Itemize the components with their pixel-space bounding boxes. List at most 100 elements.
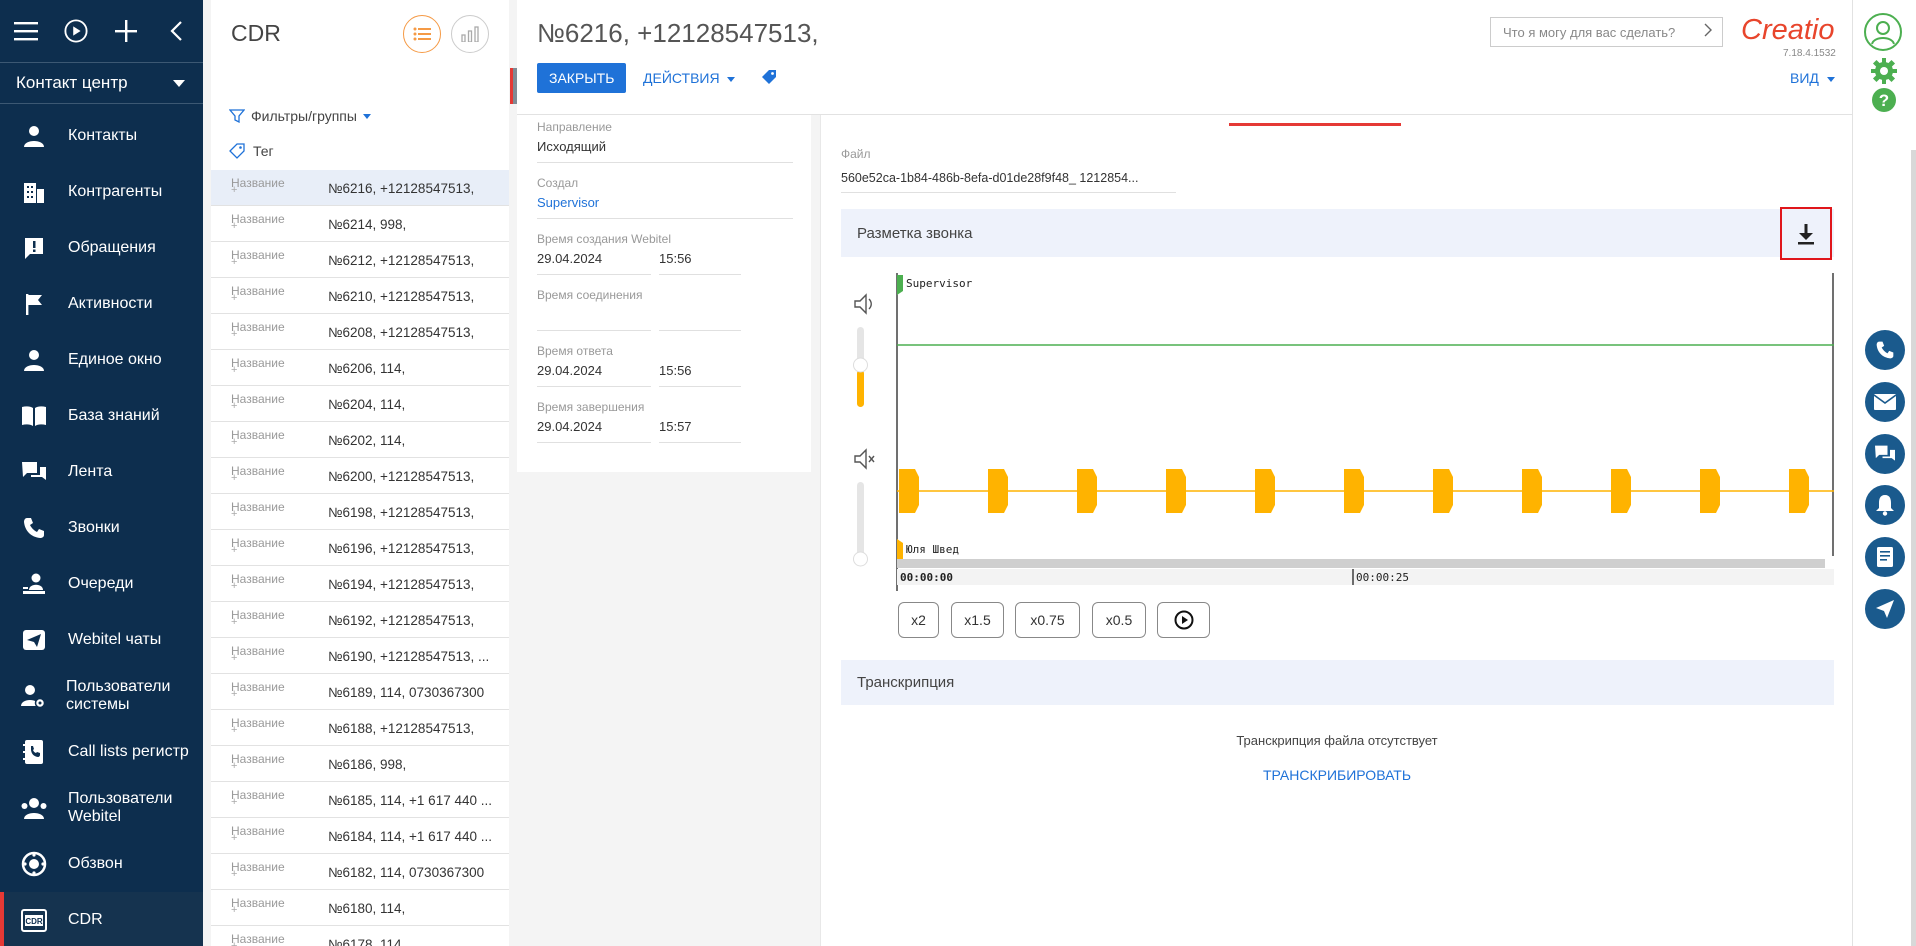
nav-item-cases[interactable]: Обращения bbox=[0, 220, 203, 276]
expand-icon[interactable]: + bbox=[231, 652, 237, 664]
page-scrollbar[interactable] bbox=[1911, 150, 1916, 946]
nav-item-activities[interactable]: Активности bbox=[0, 276, 203, 332]
email-button[interactable] bbox=[1865, 382, 1905, 422]
list-row[interactable]: Название + №6194, +12128547513, bbox=[211, 566, 509, 602]
speed-x1.5-button[interactable]: x1.5 bbox=[951, 602, 1004, 638]
list-row[interactable]: Название + №6202, 114, bbox=[211, 422, 509, 458]
chat-button[interactable] bbox=[1865, 434, 1905, 474]
actions-dropdown[interactable]: ДЕЙСТВИЯ bbox=[643, 70, 736, 86]
nav-item-queues[interactable]: Очереди bbox=[0, 556, 203, 612]
nav-item-accounts[interactable]: Контрагенты bbox=[0, 164, 203, 220]
nav-item-webitel-users[interactable]: Пользователи Webitel bbox=[0, 780, 203, 836]
expand-icon[interactable]: + bbox=[231, 616, 237, 628]
send-button[interactable] bbox=[1865, 589, 1905, 629]
nav-item-knowledge-base[interactable]: База знаний bbox=[0, 388, 203, 444]
collapse-nav-icon[interactable] bbox=[164, 19, 188, 43]
volume-slider-bottom[interactable] bbox=[853, 482, 868, 567]
list-row[interactable]: Название + №6190, +12128547513, ... bbox=[211, 638, 509, 674]
download-button[interactable] bbox=[1780, 207, 1832, 260]
expand-icon[interactable]: + bbox=[231, 940, 237, 946]
expand-icon[interactable]: + bbox=[231, 688, 237, 700]
nav-item-feed[interactable]: Лента bbox=[0, 444, 203, 500]
nav-item-cdr[interactable]: CDR CDR bbox=[0, 892, 203, 946]
list-row[interactable]: Название + №6214, 998, bbox=[211, 206, 509, 242]
play-process-icon[interactable] bbox=[64, 19, 88, 43]
list-row[interactable]: Название + №6206, 114, bbox=[211, 350, 509, 386]
settings-button[interactable] bbox=[1871, 58, 1897, 89]
expand-icon[interactable]: + bbox=[231, 904, 237, 916]
expand-icon[interactable]: + bbox=[231, 472, 237, 484]
list-row[interactable]: Название + №6212, +12128547513, bbox=[211, 242, 509, 278]
list-row[interactable]: Название + №6185, 114, +1 617 440 ... bbox=[211, 782, 509, 818]
list-row[interactable]: Название + №6180, 114, bbox=[211, 890, 509, 926]
speed-x2-button[interactable]: x2 bbox=[898, 602, 939, 638]
view-dropdown[interactable]: ВИД bbox=[1790, 70, 1835, 86]
tag-button[interactable] bbox=[761, 69, 777, 90]
expand-icon[interactable]: + bbox=[231, 400, 237, 412]
expand-icon[interactable]: + bbox=[231, 256, 237, 268]
nav-item-system-users[interactable]: Пользователи системы bbox=[0, 668, 203, 724]
list-row[interactable]: Название + №6204, 114, bbox=[211, 386, 509, 422]
speed-x0.75-button[interactable]: x0.75 bbox=[1015, 602, 1080, 638]
hamburger-menu-icon[interactable] bbox=[14, 19, 38, 43]
list-row[interactable]: Название + №6198, +12128547513, bbox=[211, 494, 509, 530]
list-row[interactable]: Название + №6178, 114, bbox=[211, 926, 509, 946]
nav-item-calls[interactable]: Звонки bbox=[0, 500, 203, 556]
nav-item-call-lists[interactable]: Call lists регистр bbox=[0, 724, 203, 780]
expand-icon[interactable]: + bbox=[231, 760, 237, 772]
expand-icon[interactable]: + bbox=[231, 508, 237, 520]
add-icon[interactable] bbox=[114, 19, 138, 43]
phone-button[interactable] bbox=[1865, 330, 1905, 370]
list-row[interactable]: Название + №6184, 114, +1 617 440 ... bbox=[211, 818, 509, 854]
profile-button[interactable] bbox=[1863, 12, 1903, 57]
list-row[interactable]: Название + №6188, +12128547513, bbox=[211, 710, 509, 746]
list-row[interactable]: Название + №6196, +12128547513, bbox=[211, 530, 509, 566]
timeline-scrollbar[interactable] bbox=[897, 559, 1825, 568]
created-time-field[interactable]: Время создания Webitel 29.04.2024 15:56 bbox=[537, 232, 741, 275]
transcribe-link[interactable]: ТРАНСКРИБИРОВАТЬ bbox=[821, 767, 1853, 783]
volume-slider-top[interactable] bbox=[853, 327, 868, 407]
notifications-button[interactable] bbox=[1865, 485, 1905, 525]
command-search-input[interactable]: Что я могу для вас сделать? bbox=[1490, 17, 1723, 47]
list-row[interactable]: Название + №6182, 114, 0730367300 bbox=[211, 854, 509, 890]
answer-time-field[interactable]: Время ответа 29.04.2024 15:56 bbox=[537, 344, 741, 387]
nav-item-contacts[interactable]: Контакты bbox=[0, 108, 203, 164]
nav-item-dialer[interactable]: Обзвон bbox=[0, 836, 203, 892]
list-row[interactable]: Название + №6200, +12128547513, bbox=[211, 458, 509, 494]
end-time-field[interactable]: Время завершения 29.04.2024 15:57 bbox=[537, 400, 741, 443]
tag-filter[interactable]: Тег bbox=[229, 143, 274, 159]
list-row[interactable]: Название + №6186, 998, bbox=[211, 746, 509, 782]
expand-icon[interactable]: + bbox=[231, 220, 237, 232]
workplace-selector[interactable]: Контакт центр bbox=[0, 62, 203, 104]
created-by-field[interactable]: Создал Supervisor bbox=[537, 176, 793, 219]
expand-icon[interactable]: + bbox=[231, 184, 237, 196]
list-row[interactable]: Название + №6208, +12128547513, bbox=[211, 314, 509, 350]
mute-icon[interactable] bbox=[854, 448, 875, 470]
list-row[interactable]: Название + №6189, 114, 0730367300 bbox=[211, 674, 509, 710]
expand-icon[interactable]: + bbox=[231, 724, 237, 736]
nav-item-webitel-chats[interactable]: Webitel чаты bbox=[0, 612, 203, 668]
list-row[interactable]: Название + №6210, +12128547513, bbox=[211, 278, 509, 314]
expand-icon[interactable]: + bbox=[231, 796, 237, 808]
expand-icon[interactable]: + bbox=[231, 580, 237, 592]
speed-x0.5-button[interactable]: x0.5 bbox=[1092, 602, 1146, 638]
expand-icon[interactable]: + bbox=[231, 292, 237, 304]
expand-icon[interactable]: + bbox=[231, 868, 237, 880]
list-row[interactable]: Название + №6192, +12128547513, bbox=[211, 602, 509, 638]
expand-icon[interactable]: + bbox=[231, 364, 237, 376]
list-row[interactable]: Название + №6216, +12128547513, bbox=[211, 170, 509, 206]
expand-icon[interactable]: + bbox=[231, 328, 237, 340]
filters-groups-dropdown[interactable]: Фильтры/группы bbox=[229, 108, 371, 124]
list-view-button[interactable] bbox=[403, 15, 441, 53]
connect-time-field[interactable]: Время соединения bbox=[537, 288, 741, 331]
help-button[interactable]: ? bbox=[1871, 87, 1897, 118]
direction-field[interactable]: Направление Исходящий bbox=[537, 120, 793, 163]
analytics-view-button[interactable] bbox=[451, 15, 489, 53]
documents-button[interactable] bbox=[1865, 537, 1905, 577]
nav-item-single-window[interactable]: Единое окно bbox=[0, 332, 203, 388]
volume-icon[interactable] bbox=[854, 293, 872, 315]
play-button[interactable] bbox=[1157, 602, 1210, 638]
close-button[interactable]: ЗАКРЫТЬ bbox=[537, 63, 627, 93]
field-value-link[interactable]: Supervisor bbox=[537, 195, 599, 210]
expand-icon[interactable]: + bbox=[231, 832, 237, 844]
